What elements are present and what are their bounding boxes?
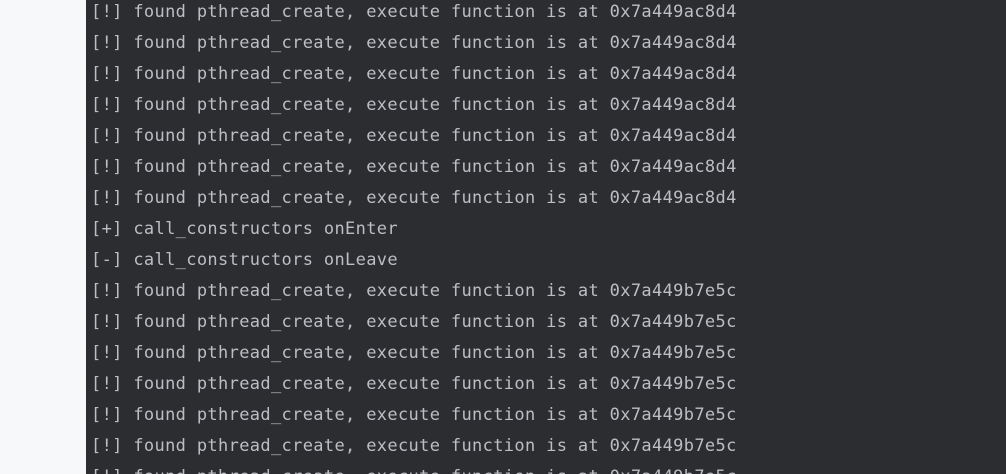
log-line: [!] found pthread_create, execute functi… — [91, 33, 737, 53]
log-line: [!] found pthread_create, execute functi… — [91, 343, 737, 363]
log-line: [!] found pthread_create, execute functi… — [91, 188, 737, 208]
log-line: [!] found pthread_create, execute functi… — [91, 64, 737, 84]
log-line: [!] found pthread_create, execute functi… — [91, 157, 737, 177]
log-line: [!] found pthread_create, execute functi… — [91, 405, 737, 425]
log-line: [!] found pthread_create, execute functi… — [91, 281, 737, 301]
log-line: [+] call_constructors onEnter — [91, 219, 398, 239]
log-line: [-] call_constructors onLeave — [91, 250, 398, 270]
log-line: [!] found pthread_create, execute functi… — [91, 462, 737, 474]
console-log-list: [!] found pthread_create, execute functi… — [91, 0, 737, 474]
log-line: [!] found pthread_create, execute functi… — [91, 95, 737, 115]
log-line: [!] found pthread_create, execute functi… — [91, 436, 737, 456]
log-line: [!] found pthread_create, execute functi… — [91, 374, 737, 394]
log-line: [!] found pthread_create, execute functi… — [91, 126, 737, 146]
ide-window: [!] found pthread_create, execute functi… — [0, 0, 1006, 474]
console-output-panel[interactable]: [!] found pthread_create, execute functi… — [86, 0, 1006, 474]
log-line: [!] found pthread_create, execute functi… — [91, 2, 737, 22]
log-line: [!] found pthread_create, execute functi… — [91, 312, 737, 332]
